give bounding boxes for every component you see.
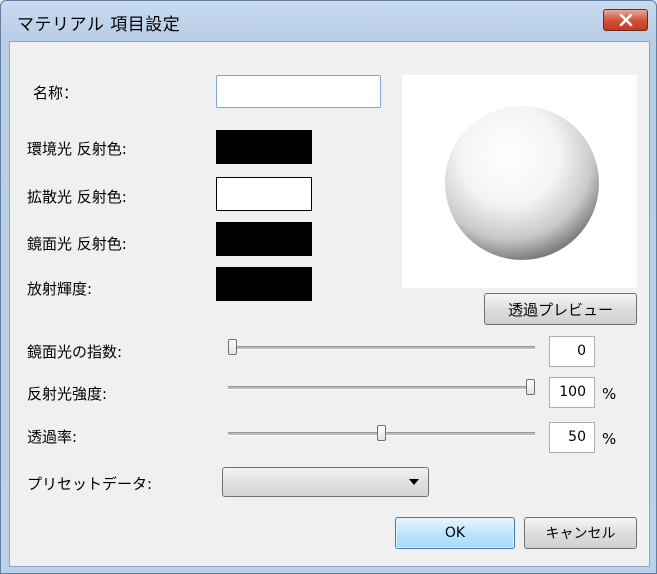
- name-input[interactable]: [216, 75, 381, 108]
- specular-exponent-slider-thumb[interactable]: [228, 339, 237, 355]
- dialog-body: 名称： 環境光 反射色: 拡散光 反射色: 鏡面光 反射色: 放射輝度: 透過プ…: [9, 41, 650, 567]
- close-icon: [619, 14, 632, 26]
- diffuse-color-label: 拡散光 反射色:: [27, 188, 127, 206]
- transparency-unit: %: [602, 430, 617, 448]
- reflect-intensity-unit: %: [602, 385, 617, 403]
- window-title: マテリアル 項目設定: [17, 15, 181, 35]
- transparency-slider-thumb[interactable]: [377, 425, 386, 441]
- sphere-preview-image: [445, 106, 599, 260]
- reflect-intensity-track[interactable]: [228, 386, 535, 390]
- reflect-intensity-label: 反射光強度:: [27, 385, 108, 403]
- specular-exponent-value[interactable]: 0: [549, 336, 595, 367]
- title-bar[interactable]: マテリアル 項目設定: [1, 1, 656, 41]
- preview-transparency-button[interactable]: 透過プレビュー: [484, 293, 637, 325]
- close-button[interactable]: [603, 9, 648, 31]
- transparency-value[interactable]: 50: [549, 422, 595, 453]
- emissive-label: 放射輝度:: [27, 280, 93, 298]
- material-preview: [402, 75, 637, 288]
- chevron-down-icon: [409, 479, 419, 485]
- reflect-intensity-slider-thumb[interactable]: [526, 379, 535, 395]
- specular-color-label: 鏡面光 反射色:: [27, 235, 127, 253]
- preset-label: プリセットデータ:: [27, 475, 153, 493]
- transparency-label: 透過率:: [27, 428, 78, 446]
- ok-button[interactable]: OK: [395, 517, 515, 549]
- ambient-color-swatch[interactable]: [216, 130, 312, 164]
- specular-exponent-label: 鏡面光の指数:: [27, 343, 123, 361]
- ambient-color-label: 環境光 反射色:: [27, 140, 127, 158]
- diffuse-color-swatch[interactable]: [216, 177, 312, 211]
- specular-color-swatch[interactable]: [216, 222, 312, 256]
- emissive-color-swatch[interactable]: [216, 267, 312, 301]
- reflect-intensity-value[interactable]: 100: [549, 377, 595, 408]
- preset-dropdown[interactable]: [222, 467, 429, 497]
- name-label: 名称：: [33, 84, 79, 102]
- cancel-button[interactable]: キャンセル: [524, 517, 637, 549]
- specular-exponent-track[interactable]: [228, 346, 535, 350]
- dialog-window: マテリアル 項目設定 名称： 環境光 反射色: 拡散光 反射色: 鏡面光 反射色…: [0, 0, 657, 574]
